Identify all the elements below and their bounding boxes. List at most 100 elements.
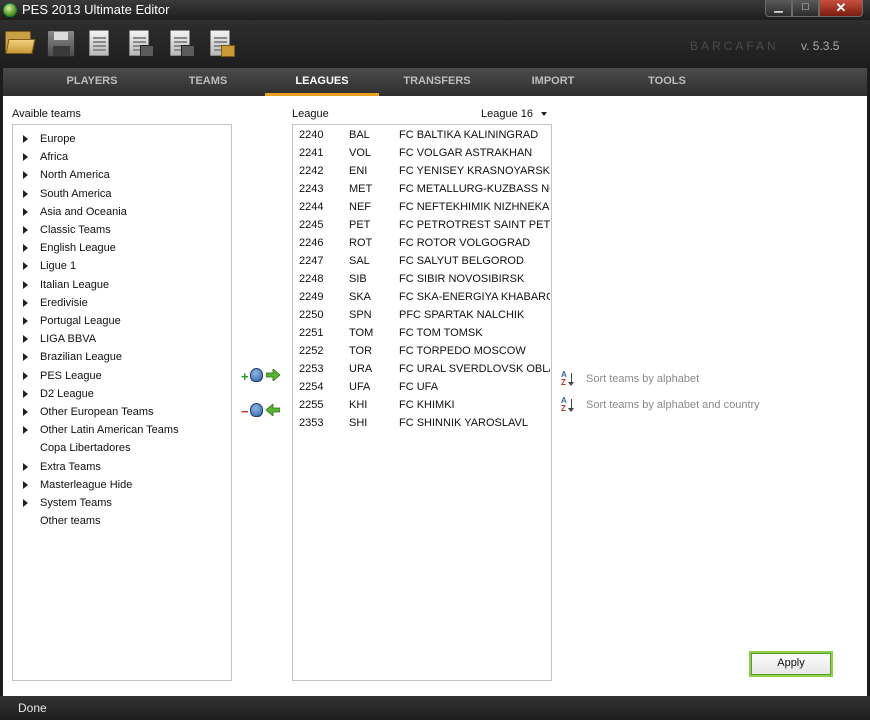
list-item[interactable]: 2240 BAL FC BALTIKA KALININGRAD — [294, 126, 550, 144]
tree-item-label: Brazilian League — [40, 351, 122, 364]
team-id: 2246 — [299, 237, 324, 249]
export-csv-icon[interactable] — [86, 29, 116, 59]
tab-players[interactable]: PLAYERS — [51, 68, 133, 96]
team-abbr: ENI — [349, 165, 368, 177]
team-name: FC NEFTEKHIMIK NIZHNEKAM — [399, 201, 550, 213]
tab-leagues[interactable]: LEAGUES — [265, 68, 379, 96]
team-abbr: PET — [349, 219, 371, 231]
expand-arrow-icon[interactable] — [23, 298, 28, 307]
team-abbr: SHI — [349, 417, 368, 429]
expand-arrow-icon[interactable] — [23, 171, 28, 180]
close-button[interactable]: ✕ — [819, 0, 863, 17]
expand-arrow-icon[interactable] — [23, 244, 28, 253]
expand-arrow-icon[interactable] — [23, 135, 28, 143]
list-item[interactable]: 2250 SPN PFC SPARTAK NALCHIK — [294, 306, 550, 324]
list-item[interactable]: 2255 KHI FC KHIMKI — [294, 396, 550, 414]
available-teams-tree[interactable]: Europe Africa North America South America As… — [12, 124, 232, 681]
list-item[interactable]: 2242 ENI FC YENISEY KRASNOYARSK — [294, 162, 550, 180]
team-abbr: SAL — [349, 255, 370, 267]
expand-arrow-icon[interactable] — [23, 226, 28, 234]
list-item[interactable]: 2249 SKA FC SKA-ENERGIYA KHABARO — [294, 288, 550, 306]
add-team-button[interactable]: + — [241, 366, 281, 386]
tab-transfers[interactable]: TRANSFERS — [391, 68, 483, 96]
tree-item-label: D2 League — [40, 387, 94, 400]
expand-arrow-icon[interactable] — [23, 408, 28, 416]
expand-arrow-icon[interactable] — [23, 426, 28, 435]
team-abbr: NEF — [349, 201, 371, 213]
league-label: League — [292, 108, 329, 120]
sort-az-icon: AZ — [561, 396, 579, 414]
league-teams-list[interactable]: 2240 BAL FC BALTIKA KALININGRAD 2241 VOL FC V… — [292, 124, 552, 681]
minimize-button[interactable]: ▁ — [765, 0, 792, 17]
toolbar: BARCAFAN v. 5.3.5 — [0, 20, 870, 68]
export-table-folder-icon[interactable] — [207, 29, 237, 59]
chevron-down-icon — [541, 112, 547, 117]
apply-button[interactable]: Apply — [749, 651, 833, 677]
expand-arrow-icon[interactable] — [23, 389, 28, 398]
team-id: 2247 — [299, 255, 324, 267]
sort-alpha-label: Sort teams by alphabet — [586, 373, 700, 385]
remove-team-button[interactable]: − — [241, 401, 281, 421]
tree-item-label: Africa — [40, 151, 69, 164]
status-text: Done — [18, 701, 47, 715]
arrow-right-icon — [266, 369, 280, 381]
list-item[interactable]: 2253 URA FC URAL SVERDLOVSK OBLA — [294, 360, 550, 378]
list-item[interactable]: 2246 ROT FC ROTOR VOLGOGRAD — [294, 234, 550, 252]
list-item[interactable]: 2245 PET FC PETROTREST SAINT PETE — [294, 216, 550, 234]
team-name: FC YENISEY KRASNOYARSK — [399, 165, 550, 177]
maximize-button[interactable]: □ — [792, 0, 819, 17]
save-icon[interactable] — [47, 30, 75, 57]
list-item[interactable]: 2243 MET FC METALLURG-KUZBASS NO — [294, 180, 550, 198]
expand-arrow-icon[interactable] — [23, 262, 28, 271]
export-table-icon[interactable] — [167, 29, 197, 59]
status-bar: Done — [0, 696, 870, 720]
expand-arrow-icon[interactable] — [23, 499, 28, 507]
tree-item-label: Italian League — [40, 278, 110, 291]
expand-arrow-icon[interactable] — [23, 317, 28, 325]
expand-arrow-icon[interactable] — [23, 353, 28, 362]
expand-arrow-icon[interactable] — [23, 280, 28, 289]
tree-item-label: Masterleague Hide — [40, 478, 133, 491]
tree-item-label: Asia and Oceania — [40, 205, 127, 218]
list-item[interactable]: 2244 NEF FC NEFTEKHIMIK NIZHNEKAM — [294, 198, 550, 216]
team-id: 2249 — [299, 291, 324, 303]
team-icon — [250, 403, 263, 417]
open-folder-icon[interactable] — [4, 28, 36, 56]
list-item[interactable]: 2247 SAL FC SALYUT BELGOROD — [294, 252, 550, 270]
team-abbr: VOL — [349, 147, 372, 159]
team-abbr: TOM — [349, 327, 374, 339]
tree-item-label: Ligue 1 — [40, 260, 77, 273]
expand-arrow-icon[interactable] — [23, 189, 28, 198]
team-name: FC SHINNIK YAROSLAVL — [399, 417, 528, 429]
team-abbr: URA — [349, 363, 373, 375]
list-item[interactable]: 2251 TOM FC TOM TOMSK — [294, 324, 550, 342]
available-teams-label: Avaible teams — [12, 108, 81, 120]
team-abbr: KHI — [349, 399, 368, 411]
expand-arrow-icon[interactable] — [23, 207, 28, 216]
tree-item-label: PES League — [40, 369, 102, 382]
team-abbr: SIB — [349, 273, 367, 285]
expand-arrow-icon[interactable] — [23, 462, 28, 471]
team-name: FC ROTOR VOLGOGRAD — [399, 237, 531, 249]
list-item[interactable]: 2248 SIB FC SIBIR NOVOSIBIRSK — [294, 270, 550, 288]
list-item[interactable]: 2353 SHI FC SHINNIK YAROSLAVL — [294, 414, 550, 432]
league-select[interactable]: League 16 — [481, 108, 547, 120]
tab-teams[interactable]: TEAMS — [168, 68, 248, 96]
expand-arrow-icon[interactable] — [23, 335, 28, 344]
tab-tools[interactable]: TOOLS — [627, 68, 707, 96]
list-item[interactable]: 2254 UFA FC UFA — [294, 378, 550, 396]
team-name: FC TORPEDO MOSCOW — [399, 345, 526, 357]
list-item[interactable]: 2241 VOL FC VOLGAR ASTRAKHAN — [294, 144, 550, 162]
team-id: 2244 — [299, 201, 324, 213]
expand-arrow-icon[interactable] — [23, 153, 28, 162]
expand-arrow-icon[interactable] — [23, 480, 28, 489]
team-id: 2255 — [299, 399, 324, 411]
list-item[interactable]: 2252 TOR FC TORPEDO MOSCOW — [294, 342, 550, 360]
tab-import[interactable]: IMPORT — [513, 68, 593, 96]
team-id: 2242 — [299, 165, 324, 177]
tree-item-label: Other European Teams — [40, 406, 154, 418]
expand-arrow-icon[interactable] — [23, 371, 28, 380]
save-csv-icon[interactable] — [126, 29, 156, 59]
tree-item-label: Other Latin American Teams — [40, 424, 179, 437]
sort-alpha-country-label: Sort teams by alphabet and country — [586, 399, 760, 411]
